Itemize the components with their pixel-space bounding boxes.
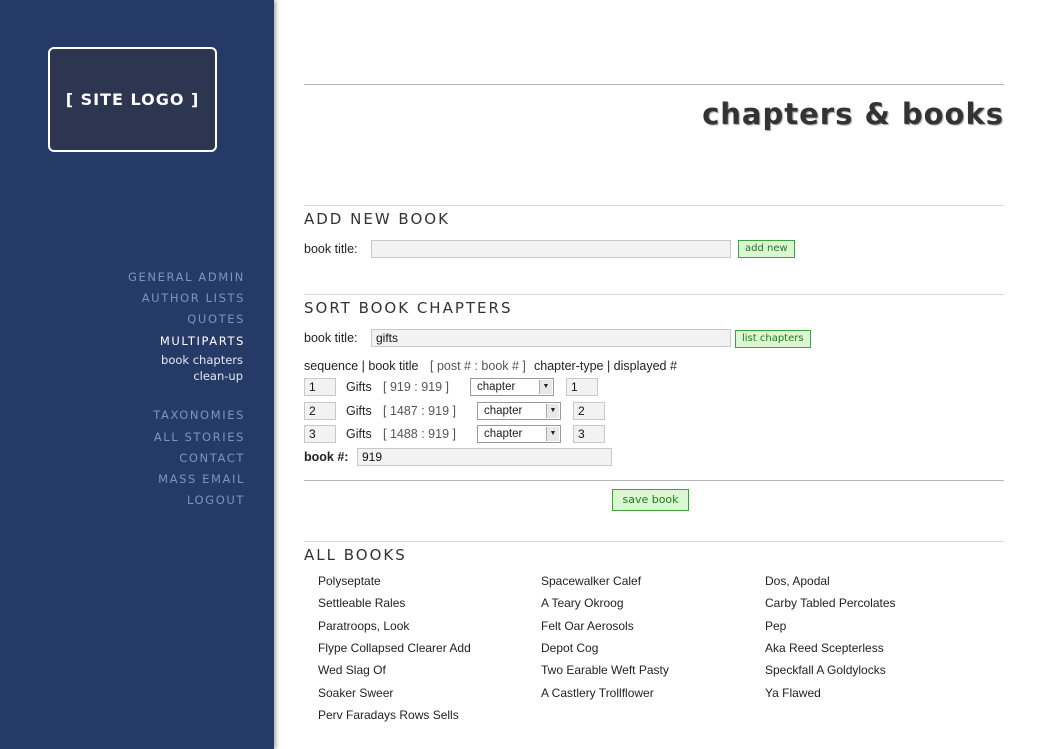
chapter-type-select[interactable]: chapter ▼ [477, 425, 561, 443]
book-link[interactable]: Aka Reed Scepterless [765, 641, 884, 655]
book-link[interactable]: Felt Oar Aerosols [541, 619, 634, 633]
nav-author-lists[interactable]: AUTHOR LISTS [142, 291, 245, 305]
nav-multiparts[interactable]: MULTIPARTS [160, 334, 245, 348]
section-divider [304, 480, 1004, 481]
book-link[interactable]: Wed Slag Of [318, 663, 386, 677]
sort-book-title-input[interactable] [371, 329, 731, 347]
chevron-down-icon: ▼ [546, 427, 559, 441]
chapter-ids: [ 919 : 919 ] [383, 380, 450, 394]
book-link[interactable]: Dos, Apodal [765, 574, 830, 588]
book-number-label: book #: [304, 450, 349, 464]
book-link[interactable]: Ya Flawed [765, 686, 821, 700]
chapter-title: Gifts [346, 427, 372, 441]
table-header-post-book: [ post # : book # ] [430, 359, 526, 373]
chevron-down-icon: ▼ [546, 404, 559, 418]
table-header-type-displayed: chapter-type | displayed # [534, 359, 677, 373]
nav-logout[interactable]: LOGOUT [187, 493, 245, 507]
book-link[interactable]: Pep [765, 619, 786, 633]
nav-mass-email[interactable]: MASS EMAIL [158, 472, 245, 486]
sort-book-title-label: book title: [304, 331, 358, 345]
list-chapters-button[interactable]: list chapters [735, 330, 811, 348]
book-link[interactable]: A Castlery Trollflower [541, 686, 654, 700]
book-link[interactable]: Depot Cog [541, 641, 598, 655]
chapter-type-select[interactable]: chapter ▼ [477, 402, 561, 420]
chapter-type-value: chapter [484, 405, 523, 417]
sidebar: [ SITE LOGO ] GENERAL ADMIN AUTHOR LISTS… [0, 0, 274, 749]
site-logo[interactable]: [ SITE LOGO ] [48, 47, 217, 152]
new-book-title-input[interactable] [371, 240, 731, 258]
book-link[interactable]: Settleable Rales [318, 596, 405, 610]
book-title-label: book title: [304, 242, 358, 256]
book-link[interactable]: A Teary Okroog [541, 596, 624, 610]
nav-contact[interactable]: CONTACT [179, 451, 245, 465]
add-new-book-heading: ADD NEW BOOK [304, 210, 450, 228]
book-link[interactable]: Two Earable Weft Pasty [541, 663, 669, 677]
table-header-sequence: sequence | book title [304, 359, 419, 373]
book-link[interactable]: Soaker Sweer [318, 686, 393, 700]
chapter-ids: [ 1487 : 919 ] [383, 404, 456, 418]
sequence-input[interactable] [304, 378, 336, 396]
chevron-down-icon: ▼ [539, 380, 552, 394]
book-link[interactable]: Polyseptate [318, 574, 381, 588]
book-link[interactable]: Paratroops, Look [318, 619, 409, 633]
chapter-title: Gifts [346, 404, 372, 418]
displayed-number-input[interactable] [573, 425, 605, 443]
section-divider [304, 205, 1004, 206]
save-book-button[interactable]: save book [612, 489, 689, 511]
sequence-input[interactable] [304, 402, 336, 420]
section-divider [304, 294, 1004, 295]
sort-book-chapters-heading: SORT BOOK CHAPTERS [304, 299, 513, 317]
book-link[interactable]: Flype Collapsed Clearer Add [318, 641, 471, 655]
nav-all-stories[interactable]: ALL STORIES [154, 430, 245, 444]
chapter-title: Gifts [346, 380, 372, 394]
nav-general-admin[interactable]: GENERAL ADMIN [128, 270, 245, 284]
nav-sub-clean-up[interactable]: clean-up [193, 369, 243, 383]
displayed-number-input[interactable] [566, 378, 598, 396]
chapter-type-select[interactable]: chapter ▼ [470, 378, 554, 396]
nav-taxonomies[interactable]: TAXONOMIES [153, 408, 245, 422]
book-link[interactable]: Speckfall A Goldylocks [765, 663, 886, 677]
add-new-button[interactable]: add new [738, 240, 795, 258]
chapter-ids: [ 1488 : 919 ] [383, 427, 456, 441]
chapter-type-value: chapter [477, 381, 516, 393]
book-link[interactable]: Perv Faradays Rows Sells [318, 708, 459, 722]
sequence-input[interactable] [304, 425, 336, 443]
book-link[interactable]: Spacewalker Calef [541, 574, 641, 588]
chapter-type-value: chapter [484, 428, 523, 440]
all-books-heading: ALL BOOKS [304, 546, 407, 564]
nav-sub-book-chapters[interactable]: book chapters [161, 353, 243, 367]
nav-quotes[interactable]: QUOTES [187, 312, 245, 326]
page-title: chapters & books [702, 97, 1004, 131]
header-divider [304, 84, 1004, 85]
book-number-input[interactable] [357, 448, 612, 466]
displayed-number-input[interactable] [573, 402, 605, 420]
book-link[interactable]: Carby Tabled Percolates [765, 596, 896, 610]
section-divider [304, 541, 1004, 542]
